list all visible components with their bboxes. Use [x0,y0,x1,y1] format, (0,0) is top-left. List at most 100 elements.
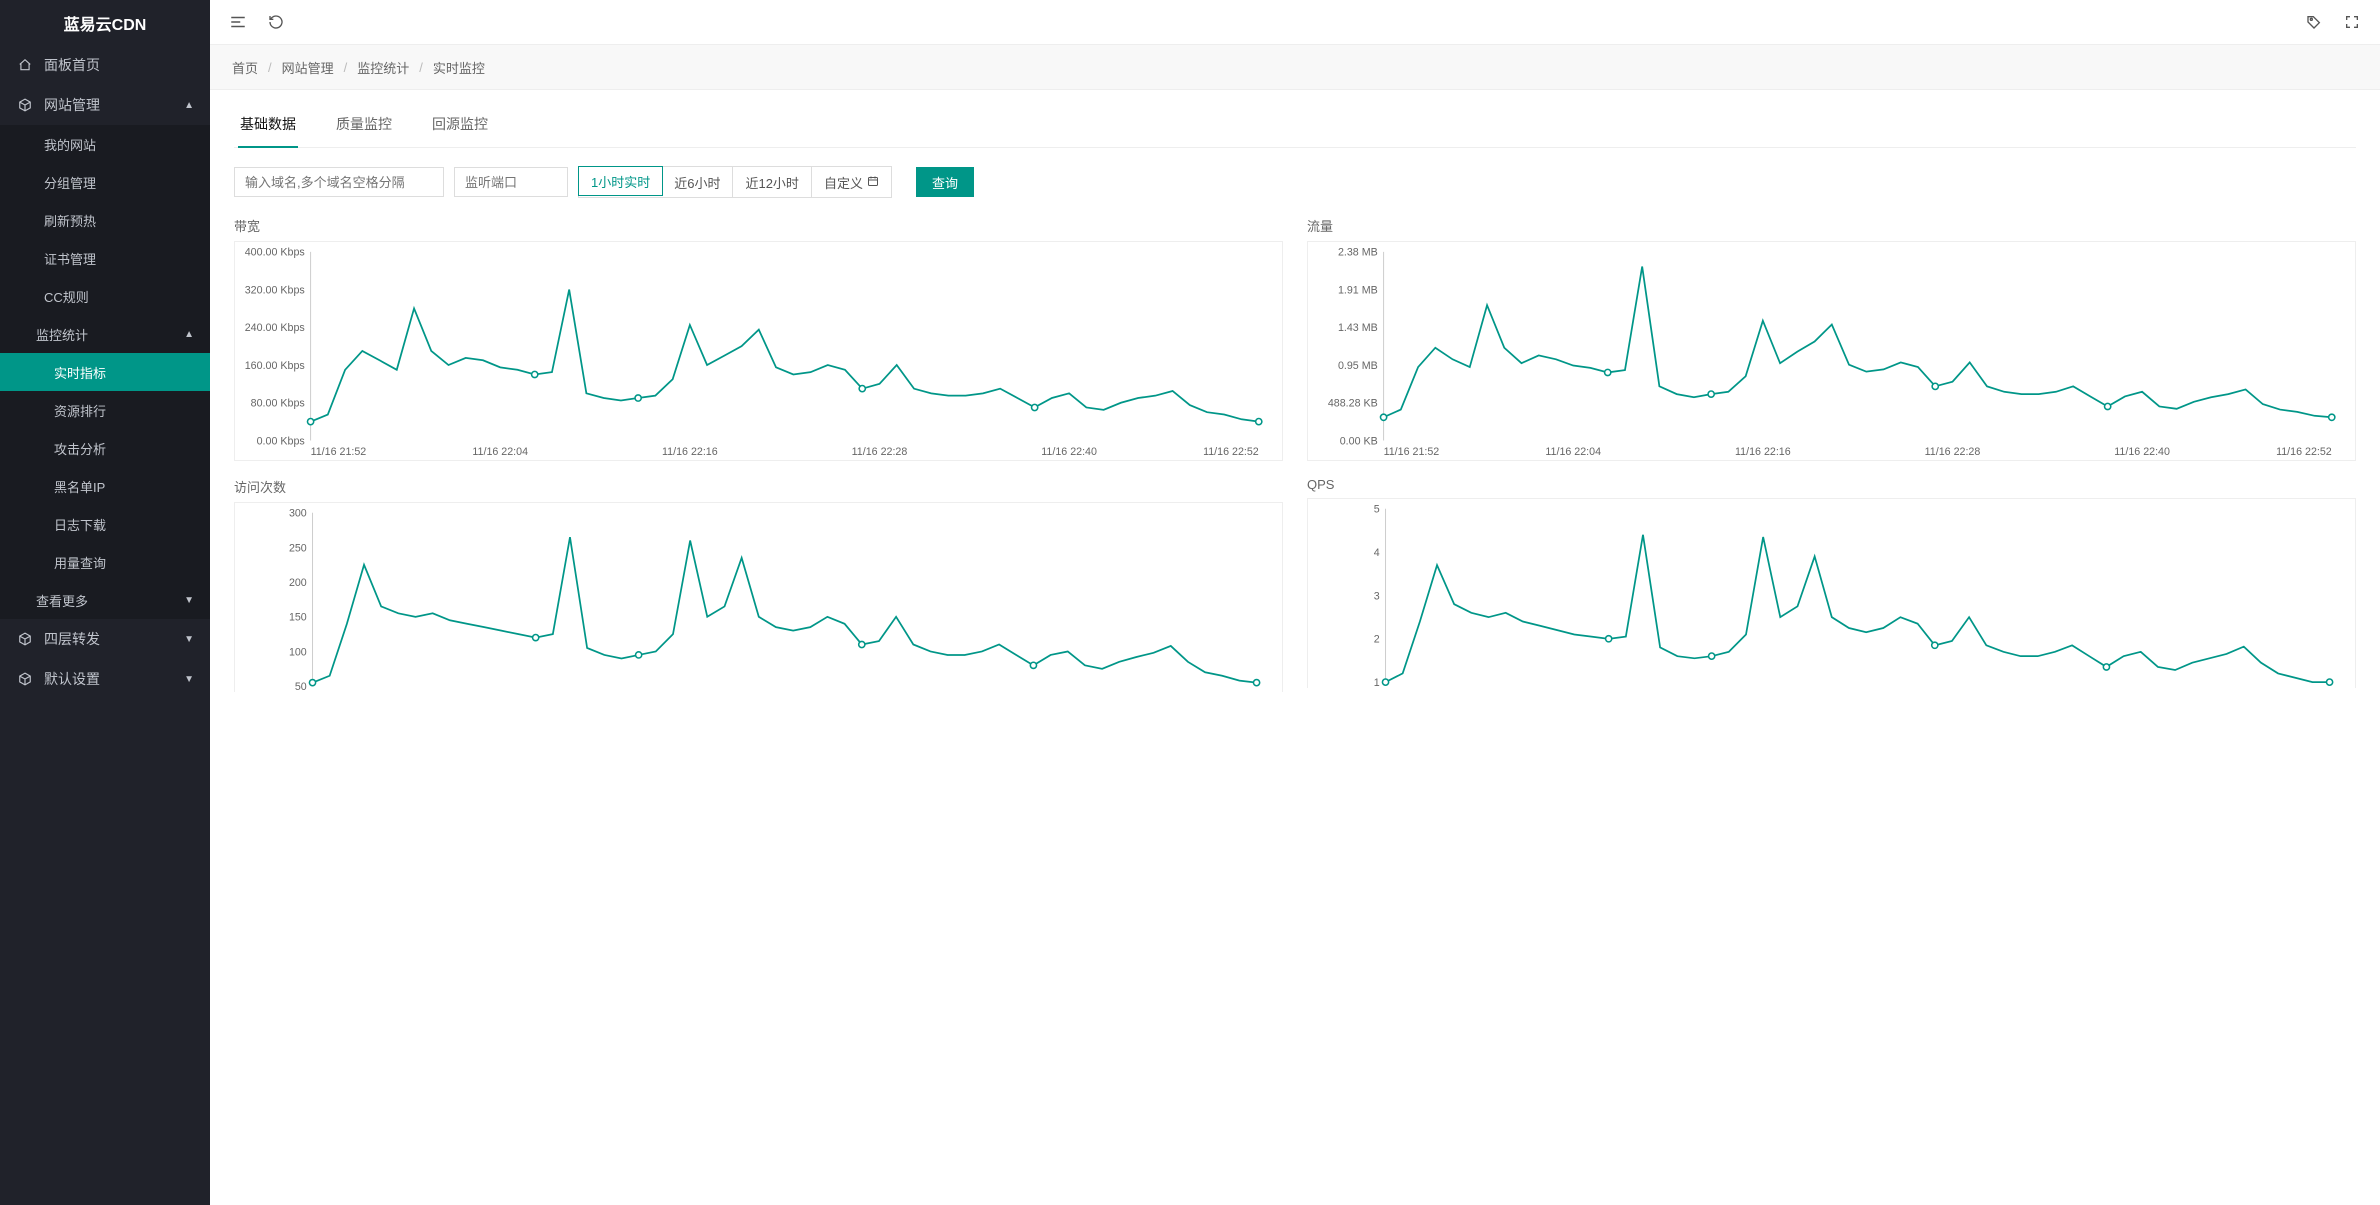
breadcrumb-item[interactable]: 监控统计 [357,58,409,77]
calendar-icon [867,175,879,190]
chart-bandwidth: 0.00 Kbps80.00 Kbps160.00 Kbps240.00 Kbp… [234,241,1283,461]
svg-text:11/16 22:40: 11/16 22:40 [1041,446,1097,458]
chart-title: QPS [1307,477,2356,492]
chart-panel-traffic: 流量 0.00 KB488.28 KB0.95 MB1.43 MB1.91 MB… [1307,208,2356,461]
query-button[interactable]: 查询 [916,167,974,197]
svg-text:80.00 Kbps: 80.00 Kbps [251,398,305,410]
sidebar-item-refresh[interactable]: 刷新预热 [0,201,210,239]
tab-quality[interactable]: 质量监控 [334,104,394,148]
sidebar-item-see-more[interactable]: 查看更多 ▼ [0,581,210,619]
svg-text:11/16 22:16: 11/16 22:16 [1735,446,1791,458]
sidebar-item-label: 实时指标 [54,363,106,382]
range-custom-label: 自定义 [824,173,863,192]
sidebar-item-label: 分组管理 [44,173,96,192]
svg-text:150: 150 [289,612,307,624]
svg-text:400.00 Kbps: 400.00 Kbps [245,247,305,259]
breadcrumb-sep: / [268,60,272,75]
sidebar-item-resource-rank[interactable]: 资源排行 [0,391,210,429]
time-range-segment: 1小时实时 近6小时 近12小时 自定义 [578,166,892,198]
svg-text:11/16 22:28: 11/16 22:28 [1925,446,1981,458]
svg-text:0.95 MB: 0.95 MB [1338,360,1378,372]
tab-basic-data[interactable]: 基础数据 [238,104,298,148]
sidebar-sub-mon: 实时指标 资源排行 攻击分析 黑名单IP 日志下载 用量查询 [0,353,210,581]
sidebar-item-cc-rules[interactable]: CC规则 [0,277,210,315]
sidebar-item-label: 刷新预热 [44,211,96,230]
svg-text:0.00 KB: 0.00 KB [1340,435,1378,447]
sidebar-item-label: 我的网站 [44,135,96,154]
main-area: 首页 / 网站管理 / 监控统计 / 实时监控 基础数据 质量监控 回源监控 1… [210,0,2380,1205]
breadcrumb-item[interactable]: 网站管理 [282,58,334,77]
svg-text:2.38 MB: 2.38 MB [1338,247,1378,259]
svg-text:160.00 Kbps: 160.00 Kbps [245,360,305,372]
tabs: 基础数据 质量监控 回源监控 [234,104,2356,148]
range-12h[interactable]: 近12小时 [733,167,811,197]
svg-text:250: 250 [289,542,307,554]
sidebar-item-usage-query[interactable]: 用量查询 [0,543,210,581]
svg-text:11/16 22:40: 11/16 22:40 [2114,446,2170,458]
chart-title: 带宽 [234,216,1283,235]
sidebar-item-label: 攻击分析 [54,439,106,458]
topbar [210,0,2380,45]
brand-title: 蓝易云CDN [0,0,210,45]
sidebar-group-l4-forward[interactable]: 四层转发 ▼ [0,619,210,659]
breadcrumb-item: 实时监控 [433,58,485,77]
sidebar-group-site-mgmt[interactable]: 网站管理 ▲ [0,85,210,125]
sidebar-item-cert[interactable]: 证书管理 [0,239,210,277]
sidebar-item-label: 监控统计 [36,325,88,344]
svg-text:5: 5 [1374,504,1380,516]
sidebar-item-my-sites[interactable]: 我的网站 [0,125,210,163]
sidebar-item-label: 资源排行 [54,401,106,420]
sidebar-item-label: 四层转发 [44,629,100,649]
port-input[interactable] [454,167,568,197]
svg-text:4: 4 [1374,547,1380,559]
chart-qps: 12345 [1307,498,2356,688]
svg-text:11/16 22:52: 11/16 22:52 [1203,446,1259,458]
sidebar-group-default-set[interactable]: 默认设置 ▼ [0,659,210,699]
tab-origin[interactable]: 回源监控 [430,104,490,148]
svg-text:1: 1 [1374,677,1380,686]
svg-text:11/16 22:16: 11/16 22:16 [662,446,718,458]
chevron-down-icon: ▼ [184,634,194,645]
sidebar-item-blacklist[interactable]: 黑名单IP [0,467,210,505]
sidebar-group-mon-stats[interactable]: 监控统计 ▲ [0,315,210,353]
chart-panel-qps: QPS 12345 [1307,469,2356,692]
fullscreen-icon[interactable] [2342,12,2362,32]
sidebar-item-group-mgmt[interactable]: 分组管理 [0,163,210,201]
svg-text:11/16 22:04: 11/16 22:04 [1545,446,1601,458]
sidebar-item-label: 证书管理 [44,249,96,268]
content: 基础数据 质量监控 回源监控 1小时实时 近6小时 近12小时 自定义 [210,90,2380,1205]
svg-text:100: 100 [289,646,307,658]
sidebar-item-label: 默认设置 [44,669,100,689]
chevron-up-icon: ▲ [184,329,194,340]
chart-panel-visits: 访问次数 50100150200250300 [234,469,1283,692]
sidebar-item-label: 面板首页 [44,55,100,75]
svg-text:488.28 KB: 488.28 KB [1328,398,1378,410]
svg-text:11/16 22:28: 11/16 22:28 [852,446,908,458]
sidebar-sub-site: 我的网站 分组管理 刷新预热 证书管理 CC规则 监控统计 ▲ 实时指标 资源排… [0,125,210,619]
range-custom[interactable]: 自定义 [812,167,891,197]
domain-input[interactable] [234,167,444,197]
cube-icon [16,98,34,112]
svg-text:300: 300 [289,508,307,520]
svg-text:50: 50 [295,681,307,690]
tag-icon[interactable] [2304,12,2324,32]
filters: 1小时实时 近6小时 近12小时 自定义 查询 [234,166,2356,198]
svg-text:1.91 MB: 1.91 MB [1338,284,1378,296]
range-1h-realtime[interactable]: 1小时实时 [578,166,663,196]
range-6h[interactable]: 近6小时 [662,167,733,197]
sidebar-item-home[interactable]: 面板首页 [0,45,210,85]
sidebar-item-label: 查看更多 [36,591,88,610]
sidebar-item-realtime[interactable]: 实时指标 [0,353,210,391]
refresh-icon[interactable] [266,12,286,32]
svg-text:2: 2 [1374,634,1380,646]
menu-collapse-icon[interactable] [228,12,248,32]
sidebar-item-log-download[interactable]: 日志下载 [0,505,210,543]
breadcrumb: 首页 / 网站管理 / 监控统计 / 实时监控 [210,45,2380,90]
sidebar-item-label: 日志下载 [54,515,106,534]
breadcrumb-sep: / [419,60,423,75]
cube-icon [16,672,34,686]
sidebar-item-attack-analysis[interactable]: 攻击分析 [0,429,210,467]
breadcrumb-item[interactable]: 首页 [232,58,258,77]
svg-text:1.43 MB: 1.43 MB [1338,322,1378,334]
home-icon [16,58,34,72]
